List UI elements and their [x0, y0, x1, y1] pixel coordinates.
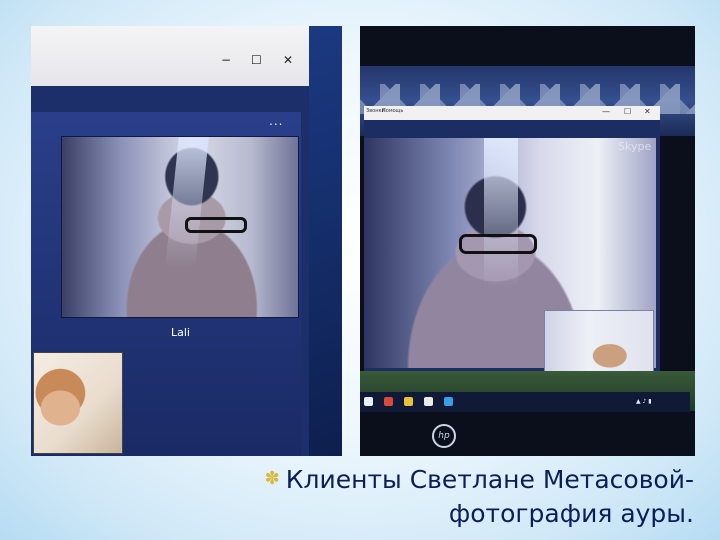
- system-tray-icons: ▲ ♪ ▮: [636, 398, 652, 405]
- folder-icon[interactable]: [404, 397, 413, 406]
- skype-watermark: Skype: [618, 140, 652, 153]
- skype-icon[interactable]: [444, 397, 453, 406]
- light-glare: [484, 138, 518, 288]
- hp-logo: hp: [432, 424, 456, 448]
- windows-taskbar: ▲ ♪ ▮: [360, 392, 690, 412]
- skype-window-left: − ☐ ✕ ... Lali: [31, 26, 309, 456]
- bullet-icon: ✽: [264, 468, 280, 489]
- photo-left-skype-call: − ☐ ✕ ... Lali: [31, 26, 342, 456]
- close-icon[interactable]: ✕: [283, 54, 293, 66]
- caption-line-1: Клиенты Светлане Метасовой-: [285, 465, 694, 494]
- remote-video: [61, 136, 299, 318]
- slide-caption: ✽ Клиенты Светлане Метасовой- фотография …: [234, 462, 694, 531]
- photo-right-skype-call: Звонки Помощь — ☐ ✕ Skype ▲ ♪ ▮ hp: [360, 26, 695, 456]
- self-view-video: [33, 352, 123, 454]
- minimize-icon[interactable]: —: [602, 107, 610, 116]
- window-menubar: Звонки Помощь — ☐ ✕: [364, 106, 660, 120]
- caller-name: Lali: [171, 326, 190, 339]
- start-icon[interactable]: [364, 397, 373, 406]
- more-options-icon[interactable]: ...: [269, 114, 283, 128]
- caption-line-2: фотография ауры.: [448, 499, 694, 528]
- light-glare: [165, 137, 209, 267]
- app-icon[interactable]: [384, 397, 393, 406]
- close-icon[interactable]: ✕: [644, 107, 651, 116]
- glasses-shape: [459, 234, 537, 254]
- skype-window-right: Звонки Помощь — ☐ ✕ Skype: [364, 106, 660, 406]
- maximize-icon[interactable]: ☐: [624, 107, 631, 116]
- self-view-video: [544, 310, 654, 376]
- maximize-icon[interactable]: ☐: [251, 54, 262, 66]
- app-icon[interactable]: [424, 397, 433, 406]
- window-titlebar: − ☐ ✕: [31, 26, 309, 86]
- menu-item-help[interactable]: Помощь: [382, 108, 403, 114]
- glasses-shape: [185, 217, 247, 233]
- minimize-icon[interactable]: −: [221, 54, 231, 66]
